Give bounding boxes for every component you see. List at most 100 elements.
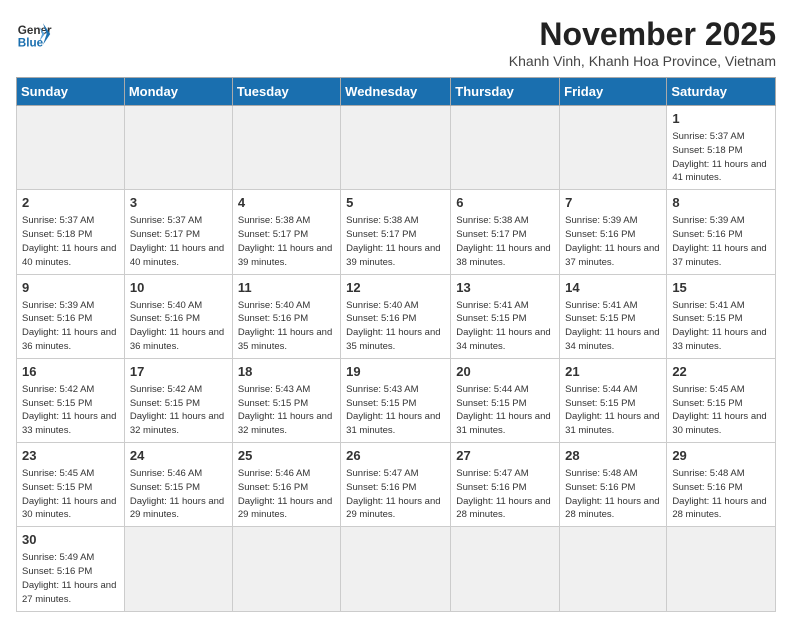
calendar-cell — [560, 527, 667, 611]
calendar-cell: 11Sunrise: 5:40 AM Sunset: 5:16 PM Dayli… — [232, 274, 340, 358]
day-number: 21 — [565, 363, 661, 381]
day-info: Sunrise: 5:39 AM Sunset: 5:16 PM Dayligh… — [565, 214, 661, 269]
day-number: 12 — [346, 279, 445, 297]
calendar-cell: 19 Sunrise: 5:43 AM Sunset: 5:15 PM Dayli… — [341, 358, 451, 442]
week-row-1: 1 Sunrise: 5:37 AM Sunset: 5:18 PM Daylig… — [17, 106, 776, 190]
day-info: Sunrise: 5:39 AM Sunset: 5:16 PM Dayligh… — [22, 299, 119, 354]
day-number: 9 — [22, 279, 119, 297]
day-info: Sunrise: 5:39 AM Sunset: 5:16 PM Dayligh… — [672, 214, 770, 269]
day-number: 22 — [672, 363, 770, 381]
day-info: Sunrise: 5:48 AM Sunset: 5:16 PM Dayligh… — [565, 467, 661, 522]
weekday-monday: Monday — [124, 78, 232, 106]
day-info: Sunrise: 5:48 AM Sunset: 5:16 PM Dayligh… — [672, 467, 770, 522]
weekday-saturday: Saturday — [667, 78, 776, 106]
day-info: Sunrise: 5:40 AM Sunset: 5:16 PM Dayligh… — [130, 299, 227, 354]
day-number: 18 — [238, 363, 335, 381]
day-number: 23 — [22, 447, 119, 465]
calendar-cell: 15 Sunrise: 5:41 AM Sunset: 5:15 PM Dayli… — [667, 274, 776, 358]
calendar-cell — [451, 106, 560, 190]
day-info: Sunrise: 5:47 AM Sunset: 5:16 PM Dayligh… — [456, 467, 554, 522]
day-info: Sunrise: 5:42 AM Sunset: 5:15 PM Dayligh… — [22, 383, 119, 438]
calendar-cell — [232, 527, 340, 611]
calendar-cell: 27 Sunrise: 5:47 AM Sunset: 5:16 PM Dayli… — [451, 443, 560, 527]
day-info: Sunrise: 5:46 AM Sunset: 5:16 PM Dayligh… — [238, 467, 335, 522]
day-info: Sunrise: 5:49 AM Sunset: 5:16 PM Dayligh… — [22, 551, 119, 606]
day-info: Sunrise: 5:41 AM Sunset: 5:15 PM Dayligh… — [672, 299, 770, 354]
day-info: Sunrise: 5:46 AM Sunset: 5:15 PM Dayligh… — [130, 467, 227, 522]
day-number: 8 — [672, 194, 770, 212]
calendar-cell: 10 Sunrise: 5:40 AM Sunset: 5:16 PM Dayli… — [124, 274, 232, 358]
calendar-cell: 9 Sunrise: 5:39 AM Sunset: 5:16 PM Daylig… — [17, 274, 125, 358]
weekday-sunday: Sunday — [17, 78, 125, 106]
day-info: Sunrise: 5:43 AM Sunset: 5:15 PM Dayligh… — [346, 383, 445, 438]
calendar-cell: 23Sunrise: 5:45 AM Sunset: 5:15 PM Dayli… — [17, 443, 125, 527]
day-info: Sunrise: 5:37 AM Sunset: 5:18 PM Dayligh… — [672, 130, 770, 185]
day-number: 29 — [672, 447, 770, 465]
week-row-4: 16 Sunrise: 5:42 AM Sunset: 5:15 PM Dayli… — [17, 358, 776, 442]
calendar-cell — [17, 106, 125, 190]
svg-text:Blue: Blue — [18, 37, 44, 50]
calendar-cell: 21 Sunrise: 5:44 AM Sunset: 5:15 PM Dayli… — [560, 358, 667, 442]
calendar-cell: 18 Sunrise: 5:43 AM Sunset: 5:15 PM Dayli… — [232, 358, 340, 442]
day-number: 1 — [672, 110, 770, 128]
day-number: 10 — [130, 279, 227, 297]
day-info: Sunrise: 5:38 AM Sunset: 5:17 PM Dayligh… — [456, 214, 554, 269]
day-number: 25 — [238, 447, 335, 465]
week-row-3: 9 Sunrise: 5:39 AM Sunset: 5:16 PM Daylig… — [17, 274, 776, 358]
location-subtitle: Khanh Vinh, Khanh Hoa Province, Vietnam — [509, 53, 776, 69]
calendar-cell: 13Sunrise: 5:41 AM Sunset: 5:15 PM Dayli… — [451, 274, 560, 358]
month-title: November 2025 — [509, 16, 776, 53]
day-info: Sunrise: 5:38 AM Sunset: 5:17 PM Dayligh… — [346, 214, 445, 269]
calendar-cell: 12Sunrise: 5:40 AM Sunset: 5:16 PM Dayli… — [341, 274, 451, 358]
day-info: Sunrise: 5:41 AM Sunset: 5:15 PM Dayligh… — [456, 299, 554, 354]
calendar-cell: 4Sunrise: 5:38 AM Sunset: 5:17 PM Daylig… — [232, 190, 340, 274]
day-number: 15 — [672, 279, 770, 297]
calendar-cell: 3 Sunrise: 5:37 AM Sunset: 5:17 PM Daylig… — [124, 190, 232, 274]
calendar-cell: 6 Sunrise: 5:38 AM Sunset: 5:17 PM Daylig… — [451, 190, 560, 274]
calendar-cell: 2Sunrise: 5:37 AM Sunset: 5:18 PM Daylig… — [17, 190, 125, 274]
day-info: Sunrise: 5:43 AM Sunset: 5:15 PM Dayligh… — [238, 383, 335, 438]
day-info: Sunrise: 5:42 AM Sunset: 5:15 PM Dayligh… — [130, 383, 227, 438]
header: General Blue November 2025 Khanh Vinh, K… — [16, 16, 776, 69]
day-number: 30 — [22, 531, 119, 549]
calendar-cell: 17 Sunrise: 5:42 AM Sunset: 5:15 PM Dayli… — [124, 358, 232, 442]
calendar-cell: 16 Sunrise: 5:42 AM Sunset: 5:15 PM Dayli… — [17, 358, 125, 442]
weekday-wednesday: Wednesday — [341, 78, 451, 106]
calendar-cell — [124, 527, 232, 611]
calendar-cell — [124, 106, 232, 190]
day-info: Sunrise: 5:37 AM Sunset: 5:17 PM Dayligh… — [130, 214, 227, 269]
day-number: 19 — [346, 363, 445, 381]
calendar-cell: 30 Sunrise: 5:49 AM Sunset: 5:16 PM Dayli… — [17, 527, 125, 611]
day-info: Sunrise: 5:41 AM Sunset: 5:15 PM Dayligh… — [565, 299, 661, 354]
calendar-cell — [451, 527, 560, 611]
day-info: Sunrise: 5:44 AM Sunset: 5:15 PM Dayligh… — [565, 383, 661, 438]
week-row-6: 30 Sunrise: 5:49 AM Sunset: 5:16 PM Dayli… — [17, 527, 776, 611]
day-number: 27 — [456, 447, 554, 465]
day-number: 7 — [565, 194, 661, 212]
day-number: 5 — [346, 194, 445, 212]
calendar-header: SundayMondayTuesdayWednesdayThursdayFrid… — [17, 78, 776, 106]
calendar-cell: 25 Sunrise: 5:46 AM Sunset: 5:16 PM Dayli… — [232, 443, 340, 527]
weekday-friday: Friday — [560, 78, 667, 106]
logo-icon: General Blue — [16, 16, 52, 52]
calendar-cell: 7 Sunrise: 5:39 AM Sunset: 5:16 PM Daylig… — [560, 190, 667, 274]
calendar-cell: 26Sunrise: 5:47 AM Sunset: 5:16 PM Dayli… — [341, 443, 451, 527]
day-info: Sunrise: 5:37 AM Sunset: 5:18 PM Dayligh… — [22, 214, 119, 269]
day-info: Sunrise: 5:44 AM Sunset: 5:15 PM Dayligh… — [456, 383, 554, 438]
week-row-2: 2Sunrise: 5:37 AM Sunset: 5:18 PM Daylig… — [17, 190, 776, 274]
day-number: 24 — [130, 447, 227, 465]
weekday-row: SundayMondayTuesdayWednesdayThursdayFrid… — [17, 78, 776, 106]
calendar-cell: 14Sunrise: 5:41 AM Sunset: 5:15 PM Dayli… — [560, 274, 667, 358]
day-number: 26 — [346, 447, 445, 465]
calendar-cell: 24 Sunrise: 5:46 AM Sunset: 5:15 PM Dayli… — [124, 443, 232, 527]
day-info: Sunrise: 5:38 AM Sunset: 5:17 PM Dayligh… — [238, 214, 335, 269]
day-number: 3 — [130, 194, 227, 212]
calendar-cell — [232, 106, 340, 190]
day-number: 17 — [130, 363, 227, 381]
calendar-cell — [341, 527, 451, 611]
logo: General Blue — [16, 16, 52, 52]
day-number: 6 — [456, 194, 554, 212]
weekday-tuesday: Tuesday — [232, 78, 340, 106]
day-number: 16 — [22, 363, 119, 381]
calendar-cell: 29 Sunrise: 5:48 AM Sunset: 5:16 PM Dayli… — [667, 443, 776, 527]
